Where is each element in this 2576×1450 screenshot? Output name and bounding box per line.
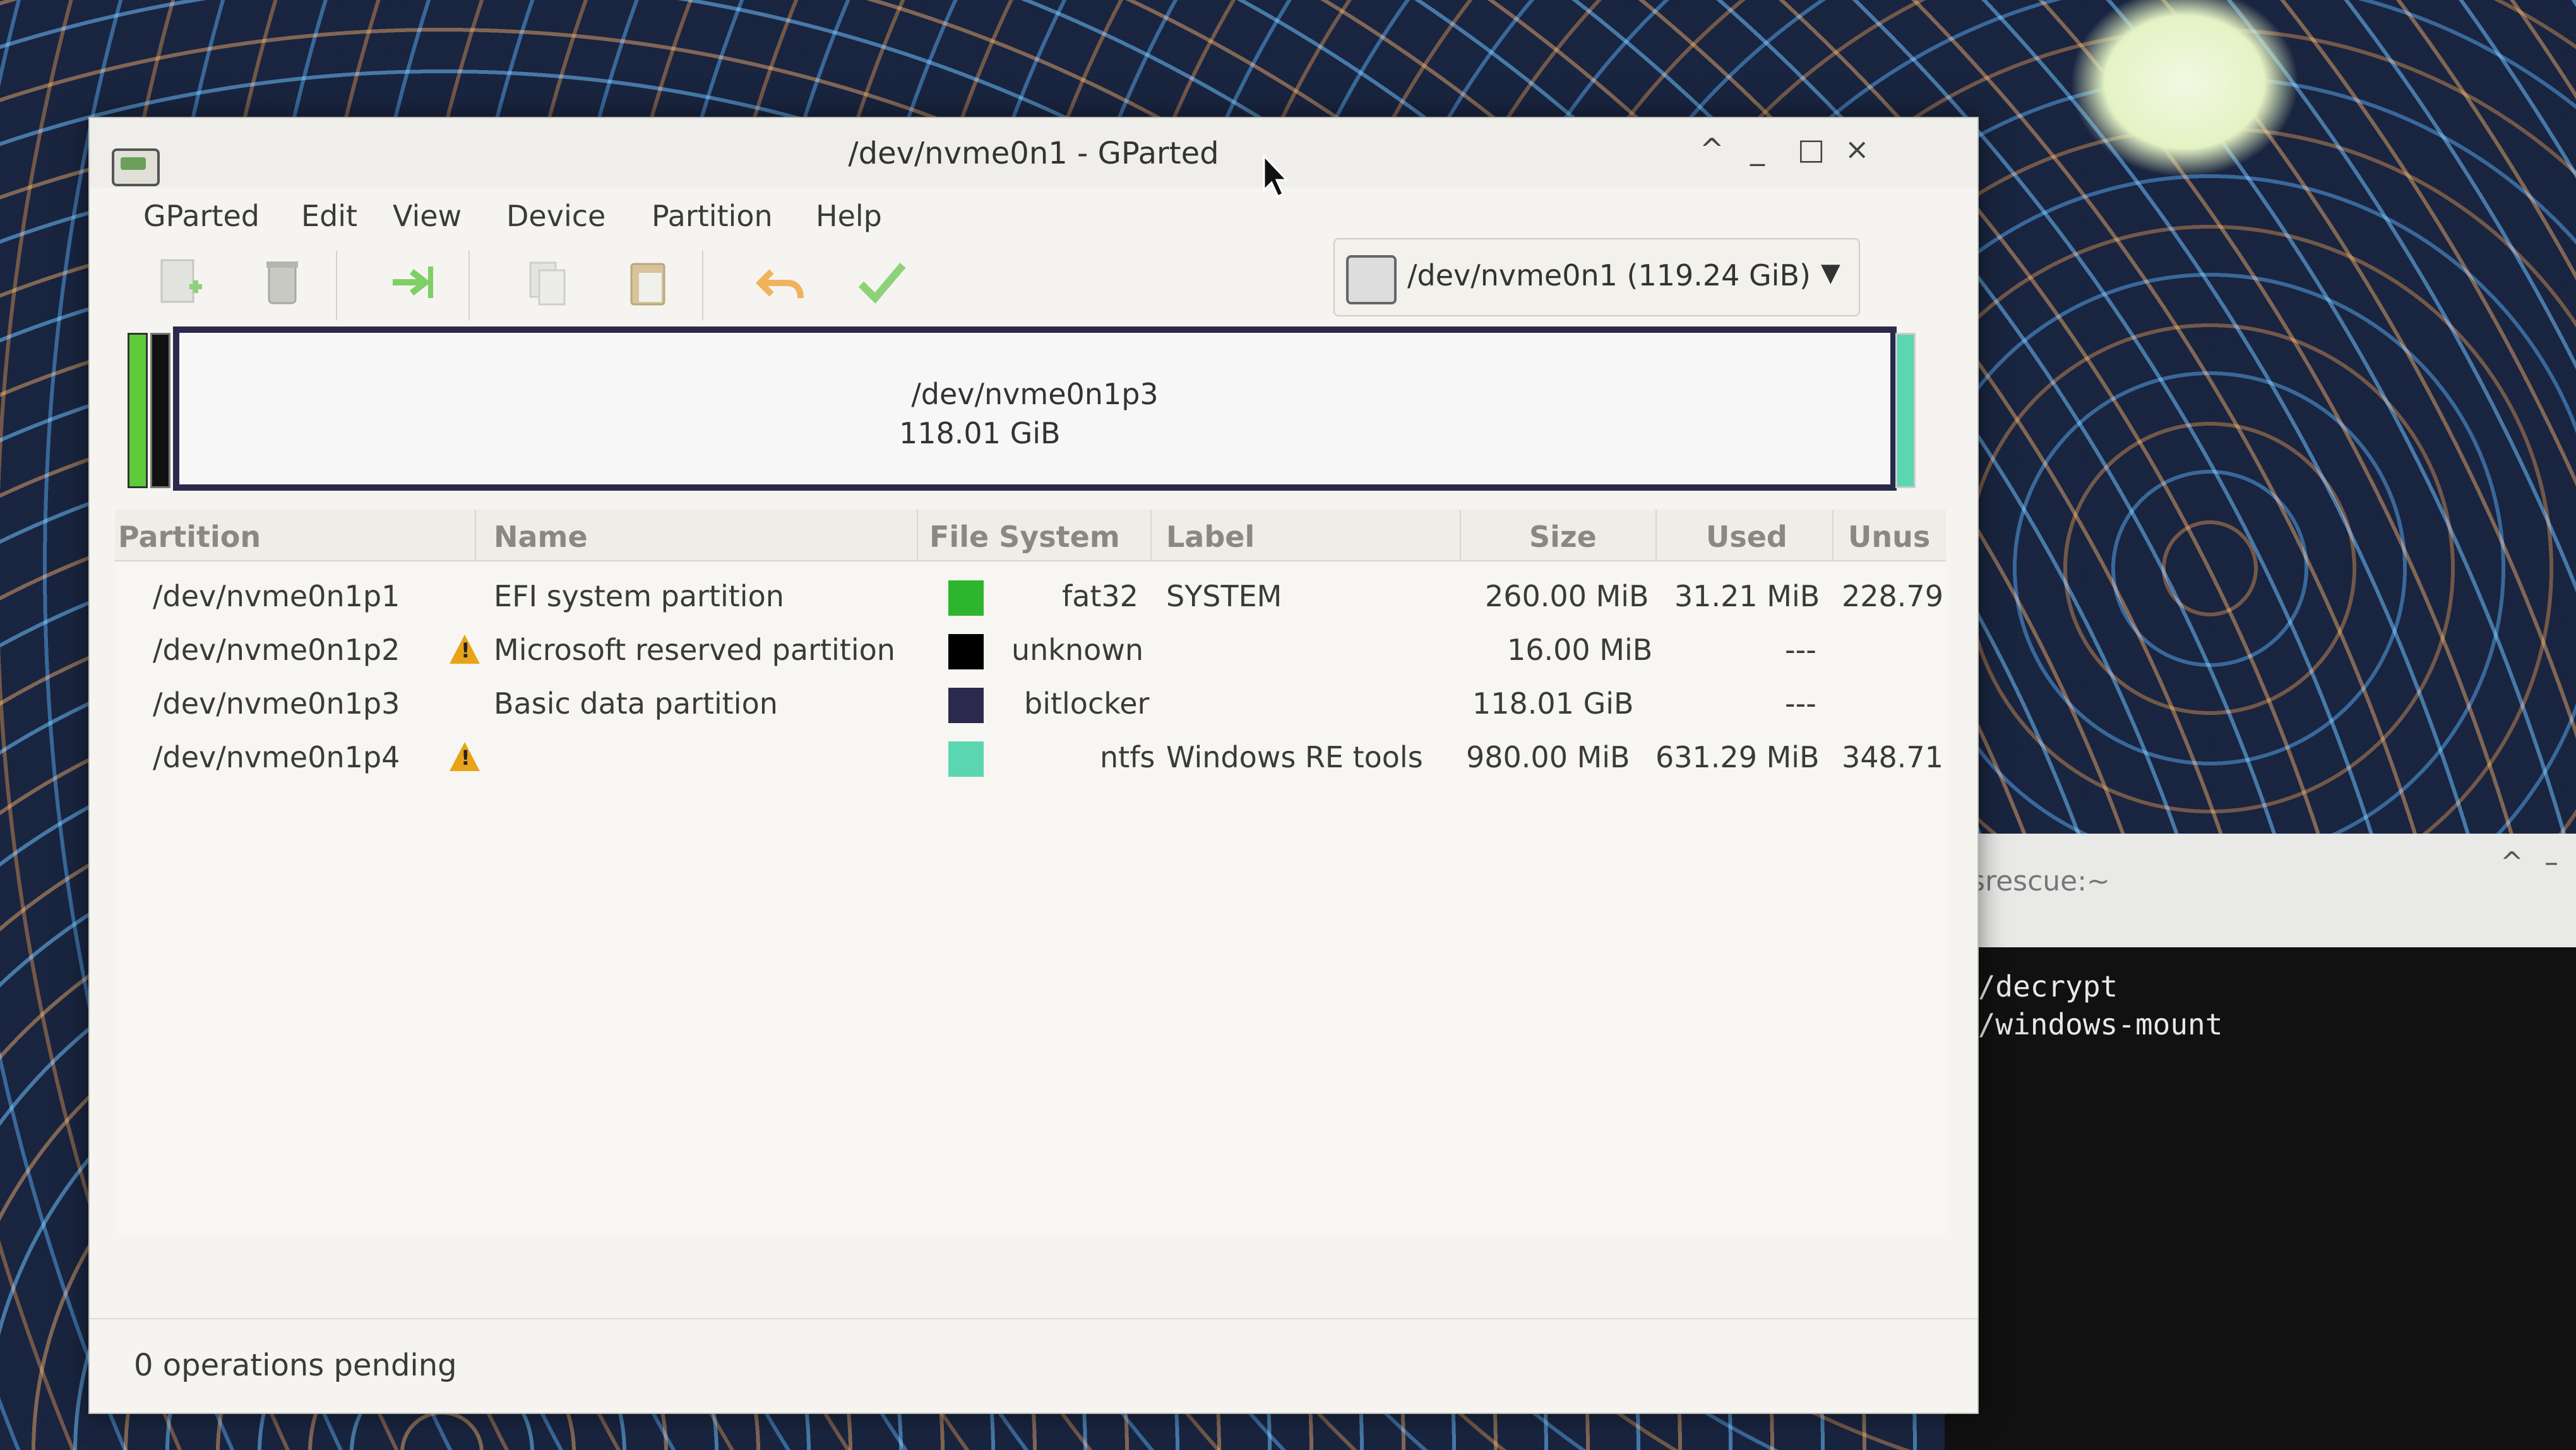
partition-label: Windows RE tools — [1166, 740, 1423, 774]
toolbar-separator — [468, 251, 470, 320]
column-header-size[interactable]: Size — [1529, 520, 1597, 554]
partition-size: 118.01 GiB — [1472, 686, 1634, 721]
column-header-unused[interactable]: Unus — [1848, 520, 1930, 554]
fs-color-swatch — [948, 580, 984, 616]
partition-unused: 348.71 — [1842, 740, 1943, 774]
menu-gparted[interactable]: GParted — [143, 199, 259, 233]
terminal-line: a/decrypt — [1960, 969, 2118, 1004]
chevron-down-icon: ▼ — [1821, 258, 1840, 287]
partition-name: Microsoft reserved partition — [494, 633, 895, 667]
menu-partition[interactable]: Partition — [652, 199, 773, 233]
delete-icon[interactable] — [254, 254, 311, 311]
partition-table: Partition Name File System Label Size Us… — [115, 510, 1946, 1236]
disk-map-partition-name: /dev/nvme0n1p3 — [911, 377, 1159, 411]
drive-icon — [1346, 255, 1397, 304]
file-system: fat32 — [1062, 579, 1138, 613]
column-header-used[interactable]: Used — [1706, 520, 1787, 554]
toolbar-separator — [702, 251, 703, 320]
partition-used: 31.21 MiB — [1674, 579, 1820, 613]
mouse-cursor-icon — [1263, 155, 1288, 198]
toolbar: /dev/nvme0n1 (119.24 GiB) ▼ — [90, 238, 1977, 327]
terminal-line: a/windows-mount — [1960, 1007, 2223, 1041]
titlebar[interactable]: /dev/nvme0n1 - GParted ^ _ □ × — [90, 118, 1977, 188]
gparted-window[interactable]: /dev/nvme0n1 - GParted ^ _ □ × GParted E… — [88, 117, 1979, 1414]
disk-map-segment-p2[interactable] — [150, 333, 170, 488]
file-system: bitlocker — [1024, 686, 1150, 721]
warning-icon — [450, 635, 480, 664]
disk-map-segment-p4[interactable] — [1895, 333, 1916, 488]
device-selector-label: /dev/nvme0n1 (119.24 GiB) — [1407, 258, 1811, 292]
toolbar-separator — [336, 251, 337, 320]
fs-color-swatch — [948, 634, 984, 669]
statusbar: 0 operations pending — [90, 1318, 1977, 1414]
partition-unused: 228.79 — [1842, 579, 1943, 613]
close-button[interactable]: × — [1845, 132, 1869, 166]
partition-path: /dev/nvme0n1p1 — [153, 579, 400, 613]
fs-color-swatch — [948, 741, 984, 777]
partition-used: 631.29 MiB — [1655, 740, 1820, 774]
terminal-maximize-button[interactable]: ^ — [2500, 846, 2524, 878]
fs-color-swatch — [948, 688, 984, 723]
menu-edit[interactable]: Edit — [301, 199, 357, 233]
menu-view[interactable]: View — [393, 199, 462, 233]
terminal-minimize-button[interactable]: – — [2544, 846, 2558, 878]
partition-used: --- — [1785, 633, 1816, 667]
disk-map: /dev/nvme0n1p3 118.01 GiB — [128, 327, 1959, 491]
disk-map-partition-size: 118.01 GiB — [899, 416, 1061, 450]
apply-icon[interactable] — [854, 254, 910, 311]
maximize-button[interactable]: □ — [1798, 132, 1825, 166]
menu-help[interactable]: Help — [816, 199, 882, 233]
column-divider — [1655, 510, 1657, 560]
partition-name: EFI system partition — [494, 579, 784, 613]
partition-path: /dev/nvme0n1p4 — [153, 740, 400, 774]
partition-size: 260.00 MiB — [1485, 579, 1649, 613]
paste-icon[interactable] — [620, 254, 677, 311]
column-header-file-system[interactable]: File System — [929, 520, 1120, 554]
device-selector[interactable]: /dev/nvme0n1 (119.24 GiB) ▼ — [1333, 238, 1860, 316]
shade-button[interactable]: ^ — [1700, 132, 1724, 166]
partition-name: Basic data partition — [494, 686, 778, 721]
resize-move-icon[interactable] — [386, 254, 443, 311]
menu-device[interactable]: Device — [506, 199, 605, 233]
partition-size: 16.00 MiB — [1507, 633, 1653, 667]
menubar: GParted Edit View Device Partition Help — [90, 188, 1977, 238]
partition-used: --- — [1785, 686, 1816, 721]
disk-map-segment-p1[interactable] — [128, 333, 148, 488]
column-header-partition[interactable]: Partition — [118, 520, 261, 554]
column-divider — [917, 510, 918, 560]
terminal-window[interactable]: ysrescue:~ ^ – a/decrypt a/windows-mount — [1945, 834, 2576, 1450]
undo-icon[interactable] — [753, 254, 809, 311]
file-system: ntfs — [1100, 740, 1155, 774]
column-header-name[interactable]: Name — [494, 520, 588, 554]
column-divider — [475, 510, 476, 560]
column-divider — [1150, 510, 1152, 560]
warning-icon — [450, 742, 480, 771]
status-text: 0 operations pending — [134, 1348, 457, 1383]
column-header-label[interactable]: Label — [1166, 520, 1255, 554]
partition-path: /dev/nvme0n1p2 — [153, 633, 400, 667]
new-icon[interactable] — [153, 254, 210, 311]
partition-size: 980.00 MiB — [1466, 740, 1630, 774]
minimize-button[interactable]: _ — [1750, 132, 1765, 166]
file-system: unknown — [1011, 633, 1144, 667]
table-header: Partition Name File System Label Size Us… — [115, 510, 1946, 561]
terminal-titlebar[interactable]: ysrescue:~ ^ – — [1945, 834, 2576, 947]
disk-map-segment-p3[interactable]: /dev/nvme0n1p3 118.01 GiB — [173, 327, 1897, 491]
partition-label: SYSTEM — [1166, 579, 1282, 613]
column-divider — [1460, 510, 1461, 560]
column-divider — [1832, 510, 1834, 560]
window-title: /dev/nvme0n1 - GParted — [848, 136, 1219, 171]
partition-path: /dev/nvme0n1p3 — [153, 686, 400, 721]
copy-icon[interactable] — [519, 254, 576, 311]
